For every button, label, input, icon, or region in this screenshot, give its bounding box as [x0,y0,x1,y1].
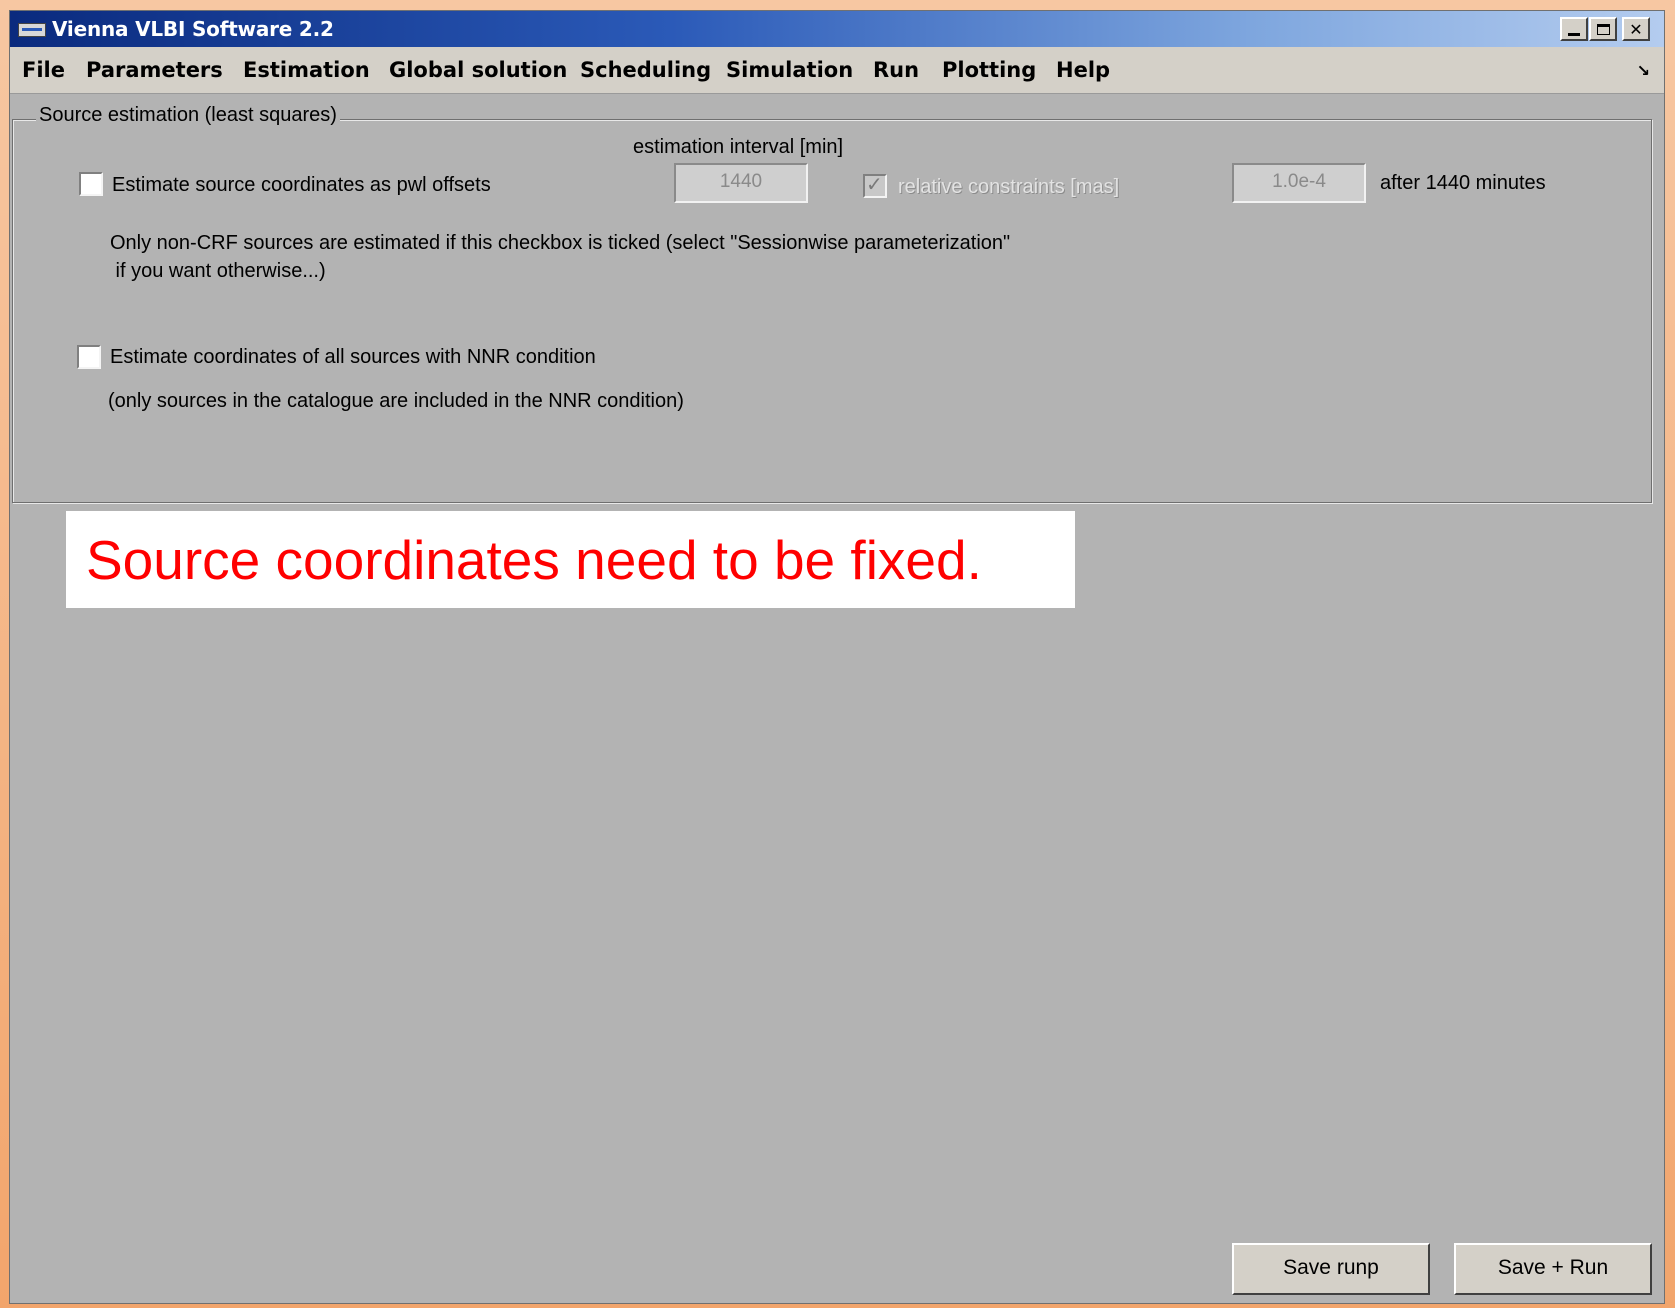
menu-bar: File Parameters Estimation Global soluti… [10,47,1664,94]
annotation-text: Source coordinates need to be fixed. [86,529,982,591]
main-window: Vienna VLBI Software 2.2 ✕ File Paramete… [9,10,1665,1304]
menu-global-solution[interactable]: Global solution [389,57,567,83]
save-and-run-button[interactable]: Save + Run [1454,1243,1652,1295]
nnr-checkbox-label: Estimate coordinates of all sources with… [110,346,596,368]
relative-constraints-label: relative constraints [mas] [898,176,1120,198]
menu-file[interactable]: File [22,57,65,83]
relative-constraints-checkbox[interactable] [863,172,887,198]
minimize-button[interactable] [1560,17,1588,41]
info-text-line2: if you want otherwise...) [110,260,326,282]
title-bar: Vienna VLBI Software 2.2 ✕ [10,11,1664,47]
close-button[interactable]: ✕ [1622,17,1650,41]
menu-help[interactable]: Help [1056,57,1110,83]
maximize-icon [1596,23,1610,35]
menu-scheduling[interactable]: Scheduling [580,57,711,83]
interval-input[interactable]: 1440 [674,163,808,203]
menu-simulation[interactable]: Simulation [726,57,853,83]
annotation-callout: Source coordinates need to be fixed. [66,511,1075,608]
undock-arrow-icon[interactable]: ↘ [1637,61,1650,80]
minimize-icon [1568,32,1580,36]
relative-constraints-input[interactable]: 1.0e-4 [1232,163,1366,203]
nnr-info-text: (only sources in the catalogue are inclu… [108,390,684,412]
pwl-offsets-label: Estimate source coordinates as pwl offse… [112,174,491,196]
info-text-line1: Only non-CRF sources are estimated if th… [110,232,1011,254]
after-minutes-label: after 1440 minutes [1380,172,1546,194]
save-runp-button[interactable]: Save runp [1232,1243,1430,1295]
nnr-checkbox[interactable] [77,345,101,369]
menu-estimation[interactable]: Estimation [243,57,370,83]
panel-legend: Source estimation (least squares) [36,103,340,127]
app-icon [18,23,46,37]
menu-run[interactable]: Run [873,57,919,83]
pwl-offsets-checkbox[interactable] [79,172,103,196]
window-title: Vienna VLBI Software 2.2 [52,17,334,41]
close-icon: ✕ [1629,19,1643,39]
menu-parameters[interactable]: Parameters [86,57,223,83]
maximize-button[interactable] [1589,17,1617,41]
interval-header: estimation interval [min] [633,136,844,158]
menu-plotting[interactable]: Plotting [942,57,1036,83]
